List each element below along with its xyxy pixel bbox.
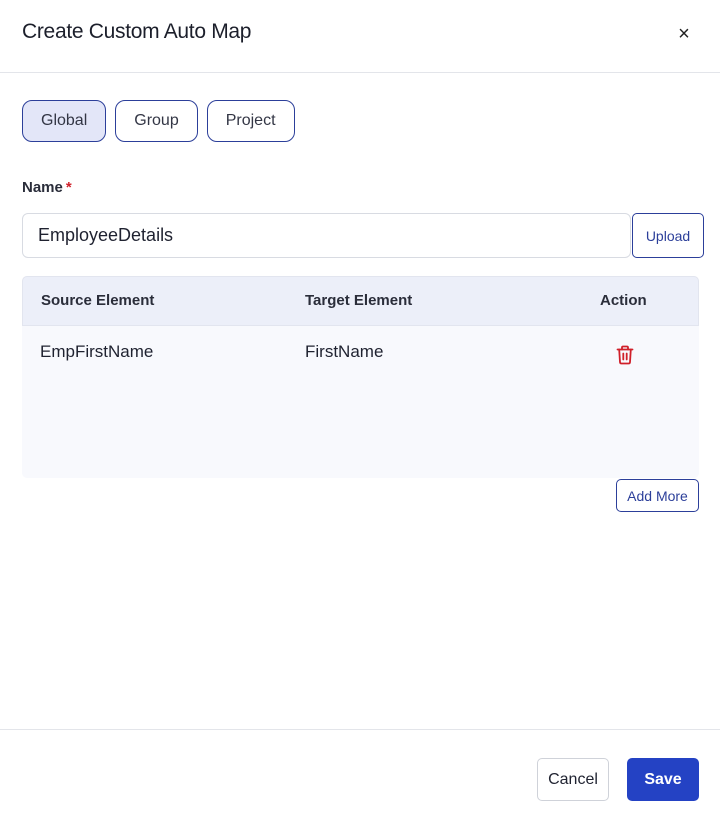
tab-global[interactable]: Global: [22, 100, 107, 142]
dialog-title: Create Custom Auto Map: [22, 20, 252, 43]
close-icon: ×: [678, 22, 690, 45]
mapping-table: Source Element Target Element Action Emp…: [22, 276, 699, 478]
cancel-button[interactable]: Cancel: [537, 758, 609, 801]
tab-group[interactable]: Group: [115, 100, 198, 142]
table-header: Source Element Target Element Action: [22, 276, 699, 326]
header-target-element: Target Element: [305, 292, 413, 309]
header-source-element: Source Element: [41, 292, 155, 309]
save-button[interactable]: Save: [627, 758, 699, 801]
trash-icon: [616, 345, 634, 365]
source-element-cell: EmpFirstName: [40, 342, 154, 361]
required-marker: *: [65, 179, 72, 196]
tab-project[interactable]: Project: [206, 100, 295, 142]
name-label: Name *: [22, 179, 72, 196]
name-input[interactable]: [22, 213, 631, 258]
delete-row-button[interactable]: [614, 344, 636, 366]
table-row: EmpFirstName FirstName: [22, 326, 699, 382]
target-element-cell: FirstName: [305, 342, 384, 361]
dialog-footer: Cancel Save: [0, 729, 720, 814]
dialog-header: Create Custom Auto Map ×: [0, 0, 720, 73]
scope-tabs: Global Group Project: [22, 100, 295, 142]
name-label-text: Name: [22, 179, 63, 196]
upload-button[interactable]: Upload: [632, 213, 704, 258]
header-action: Action: [600, 292, 647, 309]
add-more-button[interactable]: Add More: [616, 479, 699, 512]
close-button[interactable]: ×: [672, 22, 696, 46]
